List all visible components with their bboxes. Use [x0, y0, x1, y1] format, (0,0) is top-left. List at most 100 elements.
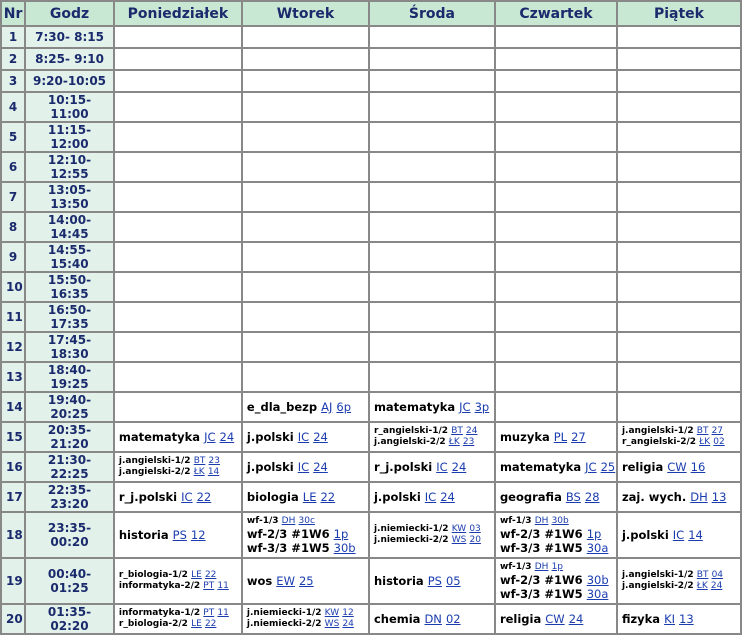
lesson-cell [242, 183, 368, 211]
teacher-link[interactable]: AJ [321, 400, 332, 414]
room-link[interactable]: 14 [208, 467, 219, 477]
room-link[interactable]: 30a [587, 541, 609, 555]
teacher-link[interactable]: LE [191, 570, 202, 580]
room-link[interactable]: 28 [585, 490, 600, 504]
teacher-link[interactable]: BT [697, 426, 709, 436]
room-link[interactable]: 24 [711, 581, 722, 591]
room-link[interactable]: 04 [712, 570, 723, 580]
teacher-link[interactable]: BT [451, 426, 463, 436]
room-link[interactable]: 24 [466, 426, 477, 436]
room-link[interactable]: 11 [217, 581, 228, 591]
room-link[interactable]: 23 [463, 437, 474, 447]
room-link[interactable]: 3p [475, 400, 490, 414]
teacher-link[interactable]: CW [667, 460, 686, 474]
room-link[interactable]: 22 [205, 570, 216, 580]
teacher-link[interactable]: KI [664, 612, 675, 626]
teacher-link[interactable]: IC [298, 460, 309, 474]
lesson-cell [495, 153, 616, 181]
subject-name: j.polski [246, 460, 294, 474]
teacher-link[interactable]: LE [303, 490, 317, 504]
teacher-link[interactable]: KW [325, 608, 339, 618]
teacher-link[interactable]: BS [566, 490, 581, 504]
room-link[interactable]: 24 [342, 619, 353, 629]
subject-name: r_biologia-2/2 [118, 619, 188, 629]
teacher-link[interactable]: IC [298, 430, 309, 444]
teacher-link[interactable]: JC [459, 400, 470, 414]
teacher-link[interactable]: KW [452, 524, 466, 534]
room-link[interactable]: 1p [334, 527, 349, 541]
teacher-link[interactable]: LE [191, 619, 202, 629]
lesson-time: 7:30- 8:15 [26, 27, 113, 47]
room-link[interactable]: 25 [299, 574, 314, 588]
room-link[interactable]: 02 [713, 437, 724, 447]
room-link[interactable]: 30b [334, 541, 356, 555]
room-link[interactable]: 14 [688, 528, 703, 542]
header-day: Piątek [617, 2, 740, 25]
room-link[interactable]: 22 [197, 490, 212, 504]
room-link[interactable]: 24 [313, 430, 328, 444]
room-link[interactable]: 13 [712, 490, 727, 504]
room-link[interactable]: 6p [336, 400, 351, 414]
room-link[interactable]: 30a [587, 587, 609, 601]
teacher-link[interactable]: BT [194, 456, 206, 466]
teacher-link[interactable]: ŁK [697, 581, 708, 591]
teacher-link[interactable]: IC [425, 490, 436, 504]
room-link[interactable]: 11 [217, 608, 228, 618]
room-link[interactable]: 30b [587, 573, 609, 587]
room-link[interactable]: 24 [569, 612, 584, 626]
room-link[interactable]: 20 [469, 535, 480, 545]
teacher-link[interactable]: IC [673, 528, 684, 542]
teacher-link[interactable]: DH [282, 516, 296, 526]
room-link[interactable]: 16 [691, 460, 706, 474]
room-link[interactable]: 24 [440, 490, 455, 504]
teacher-link[interactable]: PL [554, 430, 567, 444]
teacher-link[interactable]: PT [203, 608, 214, 618]
teacher-link[interactable]: PS [173, 528, 187, 542]
teacher-link[interactable]: EW [276, 574, 295, 588]
room-link[interactable]: 22 [205, 619, 216, 629]
subject-name: r_angielski-2/2 [621, 437, 697, 447]
room-link[interactable]: 03 [469, 524, 480, 534]
room-link[interactable]: 30c [299, 516, 315, 526]
room-link[interactable]: 24 [452, 460, 467, 474]
room-link[interactable]: 12 [342, 608, 353, 618]
teacher-link[interactable]: DN [424, 612, 441, 626]
room-link[interactable]: 23 [209, 456, 220, 466]
teacher-link[interactable]: DH [690, 490, 708, 504]
lesson-cell [369, 273, 494, 301]
room-link[interactable]: 30b [552, 516, 569, 526]
teacher-link[interactable]: IC [436, 460, 447, 474]
teacher-link[interactable]: CW [545, 612, 564, 626]
room-link[interactable]: 12 [191, 528, 206, 542]
teacher-link[interactable]: WS [325, 619, 340, 629]
room-link[interactable]: 13 [679, 612, 694, 626]
teacher-link[interactable]: ŁK [194, 467, 205, 477]
room-link[interactable]: 24 [313, 460, 328, 474]
subject-name: r_j.polski [373, 460, 433, 474]
room-link[interactable]: 25 [601, 460, 616, 474]
room-link[interactable]: 1p [552, 562, 563, 572]
room-link[interactable]: 24 [220, 430, 235, 444]
teacher-link[interactable]: DH [535, 516, 549, 526]
teacher-link[interactable]: JC [585, 460, 596, 474]
lesson-cell [617, 93, 740, 121]
teacher-link[interactable]: PS [428, 574, 442, 588]
teacher-link[interactable]: BT [697, 570, 709, 580]
teacher-link[interactable]: ŁK [699, 437, 710, 447]
teacher-link[interactable]: WS [452, 535, 467, 545]
room-link[interactable]: 27 [712, 426, 723, 436]
teacher-link[interactable]: PT [203, 581, 214, 591]
teacher-link[interactable]: JC [204, 430, 215, 444]
table-row: 19 00:40-01:25 r_biologia-1/2 LE 22 informa… [2, 559, 740, 603]
room-link[interactable]: 22 [320, 490, 335, 504]
room-link[interactable]: 27 [571, 430, 586, 444]
teacher-link[interactable]: IC [181, 490, 192, 504]
room-link[interactable]: 1p [587, 527, 602, 541]
lesson-number: 1 [2, 27, 25, 47]
subject-name: j.niemiecki-1/2 [246, 608, 322, 618]
lesson-cell: j.polski IC 14 [617, 513, 740, 557]
teacher-link[interactable]: DH [535, 562, 549, 572]
room-link[interactable]: 05 [446, 574, 461, 588]
teacher-link[interactable]: ŁK [449, 437, 460, 447]
room-link[interactable]: 02 [446, 612, 461, 626]
